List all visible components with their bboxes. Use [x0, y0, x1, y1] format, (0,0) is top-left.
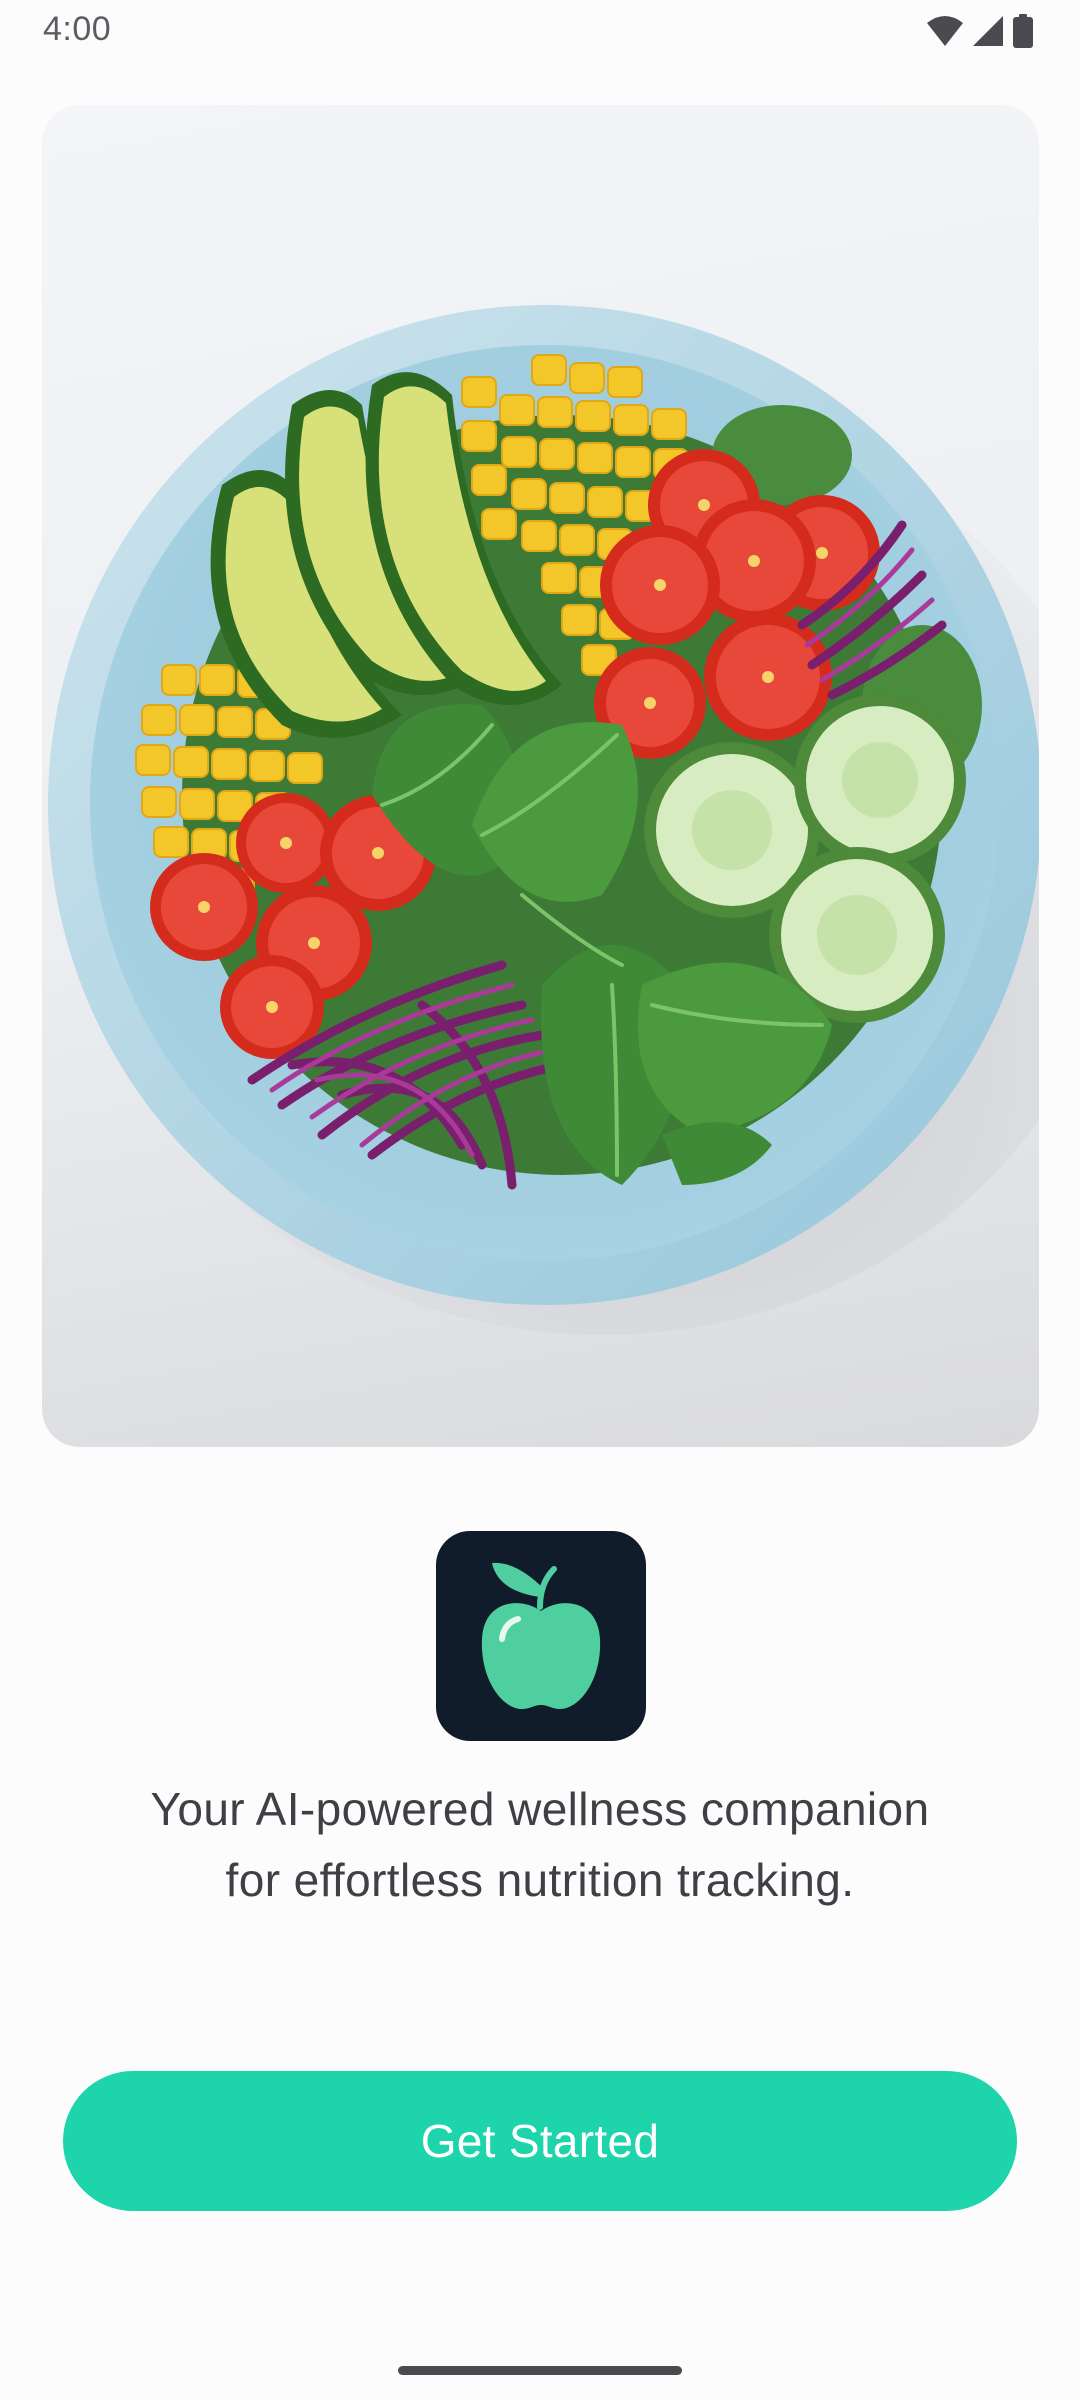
status-bar: 4:00: [0, 0, 1080, 64]
status-icons: [926, 14, 1034, 48]
cellular-signal-icon: [972, 15, 1004, 47]
apple-icon: [481, 1562, 601, 1709]
tagline-text: Your AI-powered wellness companion for e…: [150, 1783, 930, 1906]
home-indicator[interactable]: [398, 2366, 682, 2375]
wifi-icon: [926, 15, 964, 47]
app-logo: [436, 1531, 646, 1741]
hero-salad-image: [42, 105, 1039, 1447]
status-time: 4:00: [43, 10, 112, 48]
battery-icon: [1012, 14, 1034, 48]
get-started-button[interactable]: Get Started: [63, 2071, 1017, 2211]
